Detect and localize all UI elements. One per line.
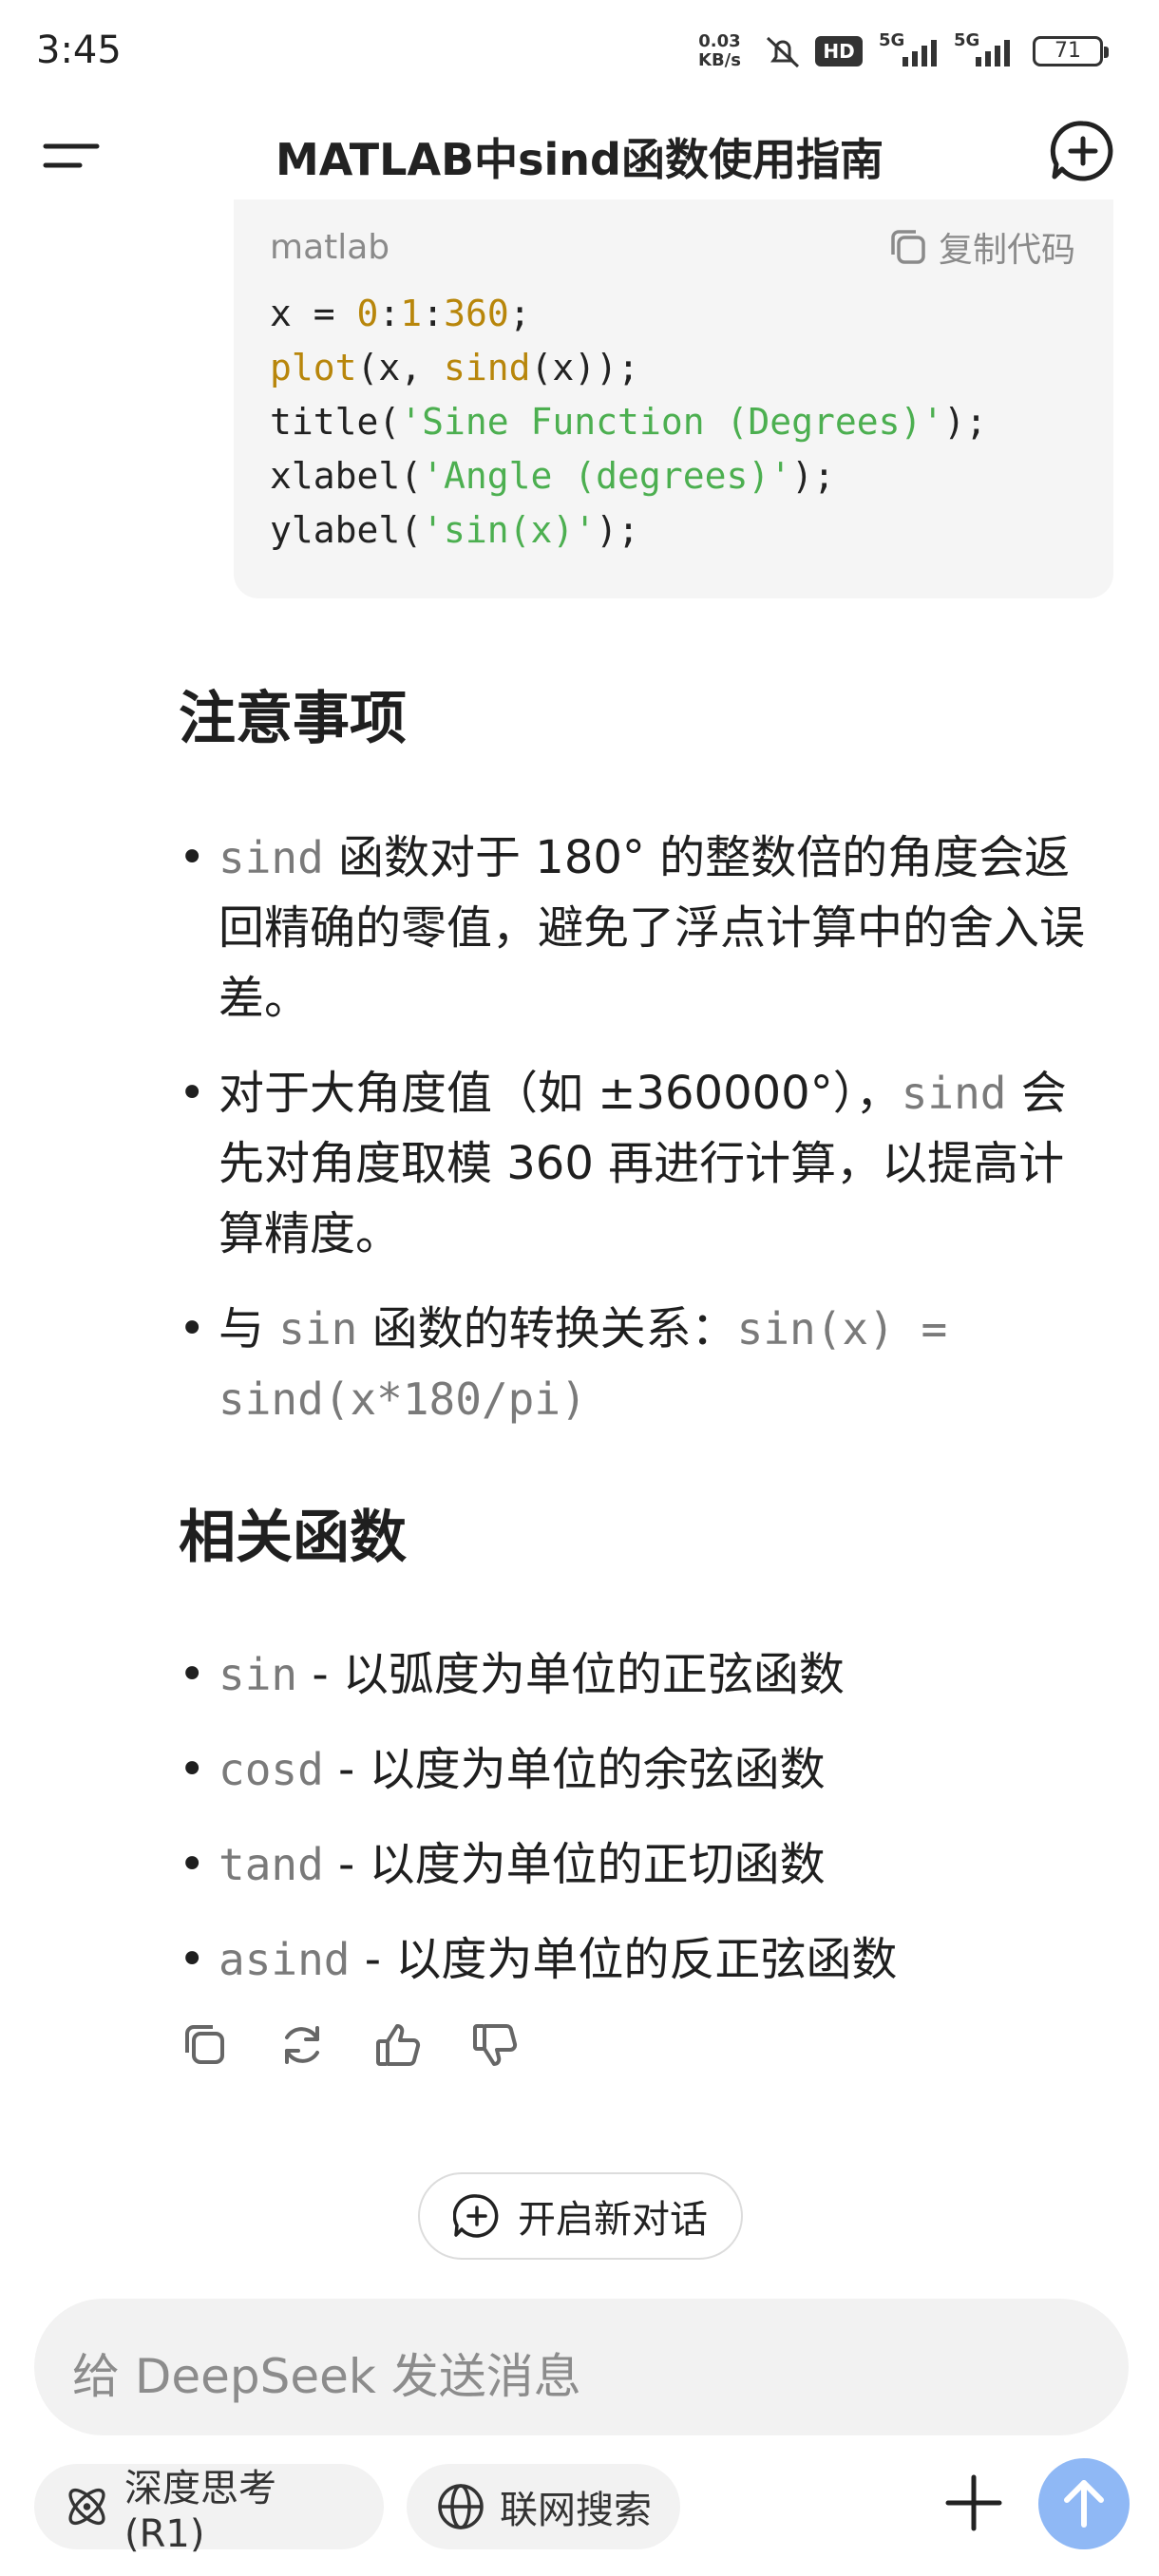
inline-code: sind [218, 832, 324, 883]
deep-think-toggle[interactable]: 深度思考 (R1) [34, 2464, 384, 2556]
new-conversation-label: 开启新对话 [518, 2198, 708, 2242]
mute-icon [766, 36, 800, 68]
inline-code: sind [901, 1068, 1007, 1119]
notes-heading: 注意事项 [179, 686, 407, 752]
list-item: • cosd - 以度为单位的余弦函数 [179, 1743, 826, 1796]
list-item-text: 对于大角度值（如 ±360000°）， [218, 1067, 902, 1120]
message-input-placeholder: 给 DeepSeek 发送消息 [72, 2349, 581, 2404]
net-speed-value: 0.03 [698, 31, 741, 51]
list-item: • tand - 以度为单位的正切函数 [179, 1838, 826, 1891]
list-item-text: 与 [218, 1302, 279, 1355]
deep-think-label: 深度思考 (R1) [124, 2467, 277, 2556]
globe-icon [438, 2484, 484, 2529]
list-item: • 对于大角度值（如 ±360000°），sind 会先对角度取模 360 再进… [179, 1067, 1067, 1260]
list-item-text: - 以度为单位的反正弦函数 [350, 1933, 898, 1986]
copy-code-button[interactable]: 复制代码 [885, 222, 1075, 272]
new-conversation-button[interactable]: 开启新对话 [418, 2172, 743, 2260]
list-item-text: - 以度为单位的正切函数 [323, 1838, 826, 1891]
menu-icon[interactable] [38, 127, 104, 184]
status-time: 3:45 [36, 28, 122, 72]
code-language: matlab [270, 228, 390, 267]
list-item: • 与 sin 函数的转换关系：sin(x) = sind(x*180/pi) [179, 1302, 948, 1425]
new-chat-icon[interactable] [1050, 118, 1116, 184]
list-item-text: 函数的转换关系： [357, 1302, 737, 1355]
code-block: matlab 复制代码 x = 0:1:360; plot(x, sind(x)… [234, 199, 1113, 598]
list-item: • sin - 以弧度为单位的正弦函数 [179, 1648, 845, 1701]
thumbs-down-icon[interactable] [469, 2018, 522, 2072]
net-speed-unit: KB/s [698, 50, 741, 70]
send-button[interactable] [1038, 2458, 1130, 2549]
hd-badge: HD [815, 36, 863, 66]
signal-icon-2 [976, 40, 1010, 66]
inline-code: sin [218, 1649, 298, 1700]
net-speed: 0.03 KB/s [698, 32, 741, 70]
related-heading: 相关函数 [179, 1505, 407, 1571]
list-item-text: - 以度为单位的余弦函数 [323, 1743, 826, 1796]
web-search-label: 联网搜索 [500, 2489, 652, 2532]
inline-code: sin [278, 1303, 358, 1354]
inline-code: tand [218, 1839, 324, 1890]
regenerate-icon[interactable] [276, 2018, 329, 2072]
inline-code: cosd [218, 1744, 324, 1795]
list-item: • asind - 以度为单位的反正弦函数 [179, 1933, 898, 1986]
copy-icon[interactable] [179, 2018, 232, 2072]
new-chat-icon [453, 2194, 499, 2238]
plus-icon[interactable] [940, 2470, 1007, 2536]
list-item-text: - 以弧度为单位的正弦函数 [297, 1648, 845, 1701]
thumbs-up-icon[interactable] [372, 2018, 426, 2072]
message-actions [179, 2018, 522, 2072]
battery-indicator: 71 [1033, 36, 1109, 66]
message-input[interactable]: 给 DeepSeek 发送消息 [34, 2299, 1129, 2435]
list-item: • sind 函数对于 180° 的整数倍的角度会返回精确的零值，避免了浮点计算… [179, 831, 1086, 1025]
atom-icon [68, 2488, 105, 2526]
arrow-up-icon [1064, 2480, 1104, 2528]
copy-icon [891, 230, 925, 264]
inline-code: asind [218, 1934, 351, 1985]
web-search-toggle[interactable]: 联网搜索 [407, 2464, 680, 2549]
top-app-bar: MATLAB中sind函数使用指南 [0, 104, 1159, 209]
signal-icon [902, 40, 937, 66]
status-bar: 3:45 0.03 KB/s HD 5G 5G 71 [0, 0, 1159, 104]
code-content: x = 0:1:360; plot(x, sind(x)); title('Si… [270, 293, 987, 551]
copy-code-label: 复制代码 [938, 231, 1075, 270]
list-item-text: 函数对于 180° 的整数倍的角度会返回精确的零值，避免了浮点计算中的舍入误差。 [218, 831, 1086, 1025]
page-title: MATLAB中sind函数使用指南 [276, 134, 884, 185]
